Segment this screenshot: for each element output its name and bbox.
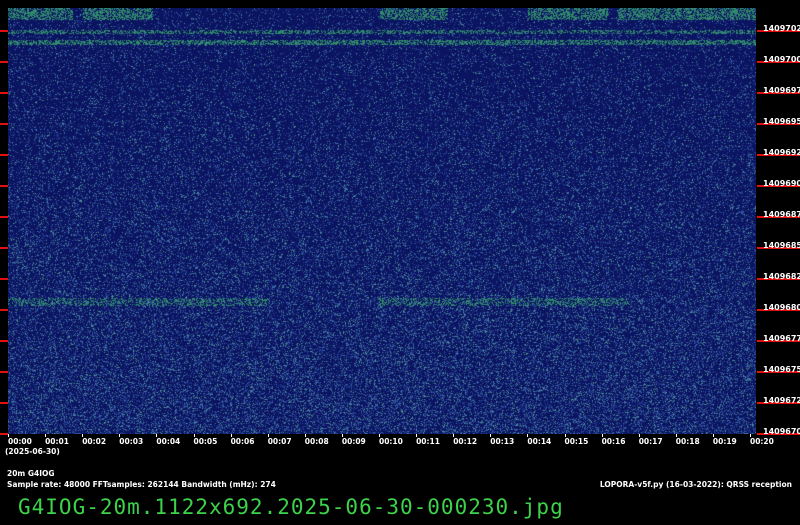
time-label: 00:12	[453, 437, 478, 446]
date-label: (2025-06-30)	[5, 447, 60, 456]
time-label: 00:06	[230, 437, 255, 446]
freq-label: 14096725	[763, 396, 800, 405]
freq-label: 14097025	[763, 24, 800, 33]
time-label: 00:15	[564, 437, 589, 446]
time-label: 00:08	[304, 437, 329, 446]
time-label: 00:17	[638, 437, 663, 446]
station-label: 20m G4IOG	[7, 469, 55, 478]
left-tick	[0, 371, 8, 373]
freq-label: 14096875	[763, 210, 800, 219]
freq-label: 14097000	[763, 55, 800, 64]
freq-label: 14096700	[763, 427, 800, 436]
freq-label: 14096850	[763, 241, 800, 250]
left-tick	[0, 402, 8, 404]
filename-caption: G4IOG-20m.1122x692.2025-06-30-000230.jpg	[18, 495, 564, 519]
time-label: 00:14	[527, 437, 552, 446]
spectrogram-waterfall	[8, 8, 756, 434]
left-tick	[0, 216, 8, 218]
software-label: LOPORA-v5f.py (16-03-2022): QRSS recepti…	[599, 480, 792, 489]
time-label: 00:13	[490, 437, 515, 446]
time-label: 00:04	[156, 437, 181, 446]
time-label: 00:09	[341, 437, 366, 446]
time-label: 00:20	[750, 437, 774, 446]
freq-label: 14096800	[763, 303, 800, 312]
freq-label: 14096925	[763, 148, 800, 157]
freq-label: 14096775	[763, 334, 800, 343]
freq-label: 14096900	[763, 179, 800, 188]
time-label: 00:02	[82, 437, 107, 446]
time-label: 00:03	[119, 437, 144, 446]
left-tick	[0, 61, 8, 63]
time-label: 00:00	[8, 437, 32, 446]
left-tick	[0, 185, 8, 187]
time-label: 00:01	[45, 437, 69, 446]
left-tick	[0, 340, 8, 342]
time-label: 00:07	[267, 437, 292, 446]
time-label: 00:05	[193, 437, 218, 446]
time-label: 00:19	[712, 437, 737, 446]
parameters-label: Sample rate: 48000 FFTsamples: 262144 Ba…	[7, 480, 276, 489]
freq-label: 14096750	[763, 365, 800, 374]
time-label: 00:18	[675, 437, 700, 446]
left-tick	[0, 30, 8, 32]
left-tick	[0, 123, 8, 125]
freq-label: 14096975	[763, 86, 800, 95]
waterfall-canvas	[8, 8, 756, 434]
freq-label: 14096950	[763, 117, 800, 126]
freq-label: 14096825	[763, 272, 800, 281]
time-label: 00:16	[601, 437, 626, 446]
left-tick	[0, 92, 8, 94]
time-label: 00:11	[416, 437, 440, 446]
left-tick	[0, 247, 8, 249]
left-tick	[0, 154, 8, 156]
left-tick	[0, 278, 8, 280]
left-tick	[0, 433, 8, 435]
left-tick	[0, 309, 8, 311]
time-label: 00:10	[379, 437, 403, 446]
